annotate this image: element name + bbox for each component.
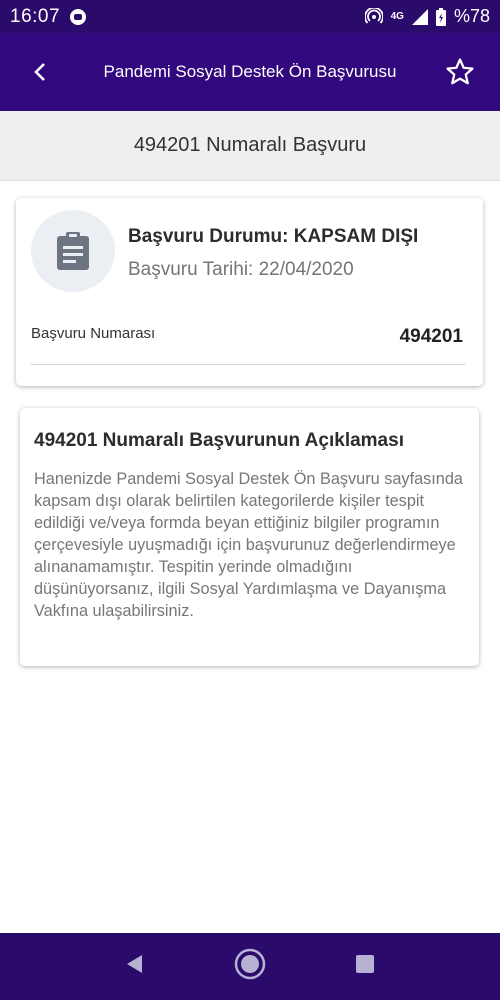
divider (31, 364, 465, 365)
nav-back-icon (127, 955, 142, 973)
nav-back-button[interactable] (124, 953, 146, 980)
status-bar: 16:07 4G %78 (0, 0, 500, 33)
clipboard-icon (57, 232, 89, 270)
nav-home-button[interactable] (234, 948, 266, 985)
description-card: 494201 Numaralı Başvurunun Açıklaması Ha… (20, 408, 479, 666)
battery-percent: %78 (453, 6, 490, 26)
signal-icon (411, 8, 428, 25)
back-arrow-icon (34, 63, 45, 81)
star-outline-icon (446, 58, 474, 85)
application-number-value: 494201 (399, 326, 463, 347)
network-type: 4G (390, 11, 404, 22)
system-nav-bar (0, 933, 500, 1000)
status-avatar (31, 210, 115, 292)
status-time: 16:07 (10, 5, 61, 27)
notification-icon (70, 8, 87, 25)
battery-icon (435, 7, 446, 26)
application-status: Başvuru Durumu: KAPSAM DIŞI (128, 226, 419, 247)
description-body: Hanenizde Pandemi Sosyal Destek Ön Başvu… (34, 470, 463, 620)
hotspot-icon (364, 7, 383, 24)
page-title: Pandemi Sosyal Destek Ön Başvurusu (103, 62, 397, 81)
back-button[interactable] (0, 33, 80, 111)
status-card: Başvuru Durumu: KAPSAM DIŞI Başvuru Tari… (16, 198, 483, 386)
subheader: 494201 Numaralı Başvuru (0, 111, 500, 181)
status-icons: 4G %78 (364, 6, 490, 27)
nav-home-icon (234, 948, 266, 980)
nav-recents-icon (356, 955, 374, 973)
favorite-button[interactable] (420, 33, 500, 111)
application-number-label: Başvuru Numarası (31, 325, 156, 342)
nav-recents-button[interactable] (354, 953, 376, 980)
application-date: Başvuru Tarihi: 22/04/2020 (128, 259, 354, 280)
app-bar: Pandemi Sosyal Destek Ön Başvurusu (0, 33, 500, 111)
description-title: 494201 Numaralı Başvurunun Açıklaması (34, 430, 404, 451)
